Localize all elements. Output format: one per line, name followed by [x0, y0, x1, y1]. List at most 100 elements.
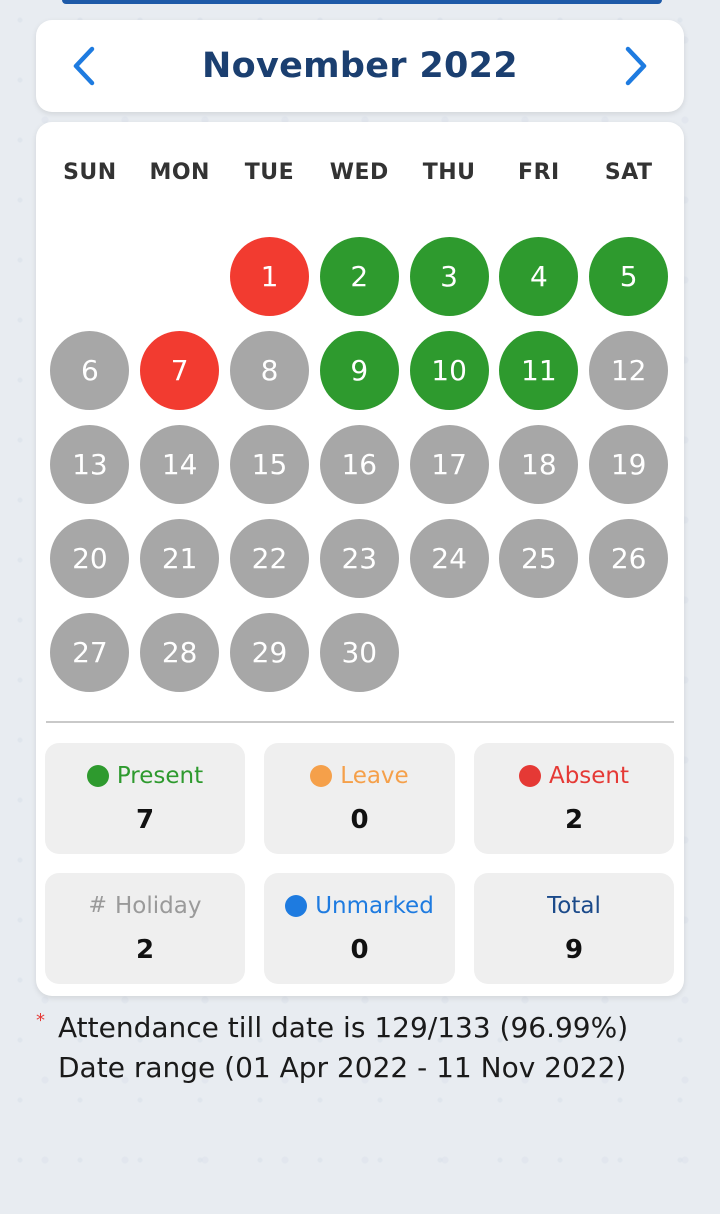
day-24-unmarked[interactable]: 24: [409, 518, 489, 598]
day-3-present[interactable]: 3: [409, 236, 489, 316]
day-6-unmarked[interactable]: 6: [50, 330, 130, 410]
day-8-unmarked[interactable]: 8: [229, 330, 309, 410]
day-2-present[interactable]: 2: [319, 236, 399, 316]
weekday-mon: MON: [149, 160, 210, 185]
stat-absent: Absent 2: [474, 743, 674, 854]
day-cell: 3: [404, 229, 494, 323]
day-cell: 14: [135, 417, 225, 511]
divider: [46, 721, 674, 723]
date-range: Date range (01 Apr 2022 - 11 Nov 2022): [58, 1051, 627, 1084]
absent-dot-icon: [518, 764, 541, 787]
day-9-present[interactable]: 9: [319, 330, 399, 410]
day-cell: 19: [584, 417, 674, 511]
day-cell: 12: [584, 323, 674, 417]
day-4-present[interactable]: 4: [499, 236, 579, 316]
month-navigator: November 2022: [36, 20, 684, 112]
day-22-unmarked[interactable]: 22: [229, 518, 309, 598]
day-18-unmarked[interactable]: 18: [499, 424, 579, 504]
day-26-unmarked[interactable]: 26: [589, 518, 669, 598]
day-29-unmarked[interactable]: 29: [229, 612, 309, 692]
day-cell: 18: [494, 417, 584, 511]
hash-icon: #: [88, 893, 107, 918]
day-cell: 26: [584, 511, 674, 605]
day-27-unmarked[interactable]: 27: [50, 612, 130, 692]
day-cell: 16: [314, 417, 404, 511]
day-cell: 17: [404, 417, 494, 511]
day-cell: 5: [584, 229, 674, 323]
chevron-right-icon: [625, 46, 647, 86]
day-11-present[interactable]: 11: [499, 330, 579, 410]
day-23-unmarked[interactable]: 23: [319, 518, 399, 598]
stat-unmarked-value: 0: [350, 934, 369, 965]
day-1-absent[interactable]: 1: [229, 236, 309, 316]
weekday-wed: WED: [329, 160, 389, 185]
day-21-unmarked[interactable]: 21: [140, 518, 220, 598]
day-cell: 10: [404, 323, 494, 417]
day-cell: 21: [135, 511, 225, 605]
day-cell: 29: [225, 605, 315, 699]
top-accent-bar: [62, 0, 662, 4]
stat-holiday-label: Holiday: [114, 892, 202, 919]
weekday-sat: SAT: [604, 160, 653, 185]
day-10-present[interactable]: 10: [409, 330, 489, 410]
day-14-unmarked[interactable]: 14: [140, 424, 220, 504]
stat-leave: Leave 0: [264, 743, 455, 854]
stat-unmarked: Unmarked 0: [264, 873, 455, 984]
stat-holiday: # Holiday 2: [45, 873, 245, 984]
stat-leave-value: 0: [350, 804, 369, 835]
day-cell: 9: [314, 323, 404, 417]
day-19-unmarked[interactable]: 19: [589, 424, 669, 504]
day-cell: 22: [225, 511, 315, 605]
day-13-unmarked[interactable]: 13: [50, 424, 130, 504]
weekday-sun: SUN: [63, 160, 117, 185]
day-28-unmarked[interactable]: 28: [140, 612, 220, 692]
day-cell: 1: [225, 229, 315, 323]
day-cell: 25: [494, 511, 584, 605]
day-15-unmarked[interactable]: 15: [229, 424, 309, 504]
weekday-thu: THU: [422, 160, 476, 185]
day-cell: 13: [45, 417, 135, 511]
weekday-tue: TUE: [244, 160, 295, 185]
attendance-footnote: * Attendance till date is 129/133 (96.99…: [36, 1008, 676, 1088]
stat-unmarked-label-row: Unmarked: [285, 893, 434, 919]
weekday-fri: FRI: [518, 160, 560, 185]
day-30-unmarked[interactable]: 30: [319, 612, 399, 692]
stat-unmarked-label: Unmarked: [315, 892, 434, 919]
day-12-unmarked[interactable]: 12: [589, 330, 669, 410]
day-20-unmarked[interactable]: 20: [50, 518, 130, 598]
day-cell: 8: [225, 323, 315, 417]
day-cell: 2: [314, 229, 404, 323]
attendance-till-date: Attendance till date is 129/133 (96.99%): [58, 1011, 629, 1044]
leave-dot-icon: [310, 764, 333, 787]
stat-present-value: 7: [135, 804, 155, 835]
day-cell: 20: [45, 511, 135, 605]
stat-total-label-row: Total: [547, 893, 601, 919]
day-5-present[interactable]: 5: [589, 236, 669, 316]
day-16-unmarked[interactable]: 16: [319, 424, 399, 504]
previous-month-button[interactable]: [66, 41, 102, 91]
day-25-unmarked[interactable]: 25: [499, 518, 579, 598]
next-month-button[interactable]: [618, 41, 654, 91]
stat-absent-label: Absent: [548, 762, 630, 789]
stat-absent-label-row: Absent: [518, 762, 630, 789]
stat-absent-value: 2: [564, 804, 584, 835]
empty-day-cell: [135, 229, 225, 323]
unmarked-dot-icon: [285, 894, 308, 917]
asterisk-marker: *: [36, 1010, 45, 1031]
day-17-unmarked[interactable]: 17: [409, 424, 489, 504]
day-7-absent[interactable]: 7: [140, 330, 220, 410]
day-cell: 24: [404, 511, 494, 605]
present-dot-icon: [86, 764, 109, 787]
day-cell: 11: [494, 323, 584, 417]
stat-present-label-row: Present: [86, 763, 203, 789]
day-cell: 6: [45, 323, 135, 417]
calendar-card: SUN MON TUE WED THU FRI SAT 1 2 3 4 5 6 7 8 9 10 1…: [36, 122, 684, 996]
chevron-left-icon: [73, 46, 95, 86]
stat-total-label: Total: [547, 892, 601, 919]
day-cell: 23: [314, 511, 404, 605]
stat-leave-label: Leave: [340, 762, 409, 789]
stat-total-value: 9: [564, 934, 584, 965]
month-title: November 2022: [202, 46, 518, 86]
day-cell: 30: [314, 605, 404, 699]
day-cell: 7: [135, 323, 225, 417]
